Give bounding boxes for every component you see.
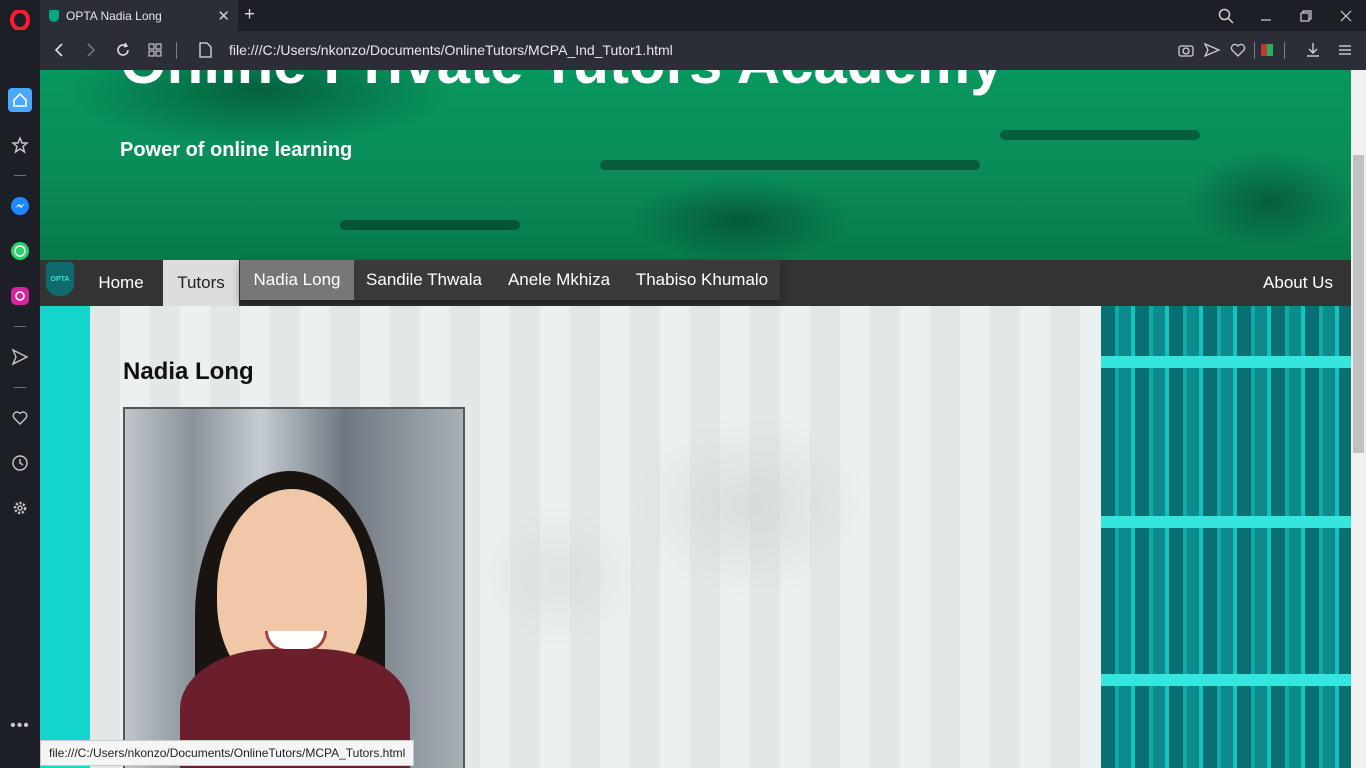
tutor-name-heading: Nadia Long <box>123 358 254 385</box>
link-status-bar: file:///C:/Users/nkonzo/Documents/Online… <box>40 740 415 766</box>
history-icon[interactable] <box>8 451 32 475</box>
browser-sidebar: ••• <box>0 0 40 768</box>
extension-cube-icon[interactable] <box>1258 41 1276 59</box>
heart-icon[interactable] <box>8 406 32 430</box>
site-navbar: OPTA Home Tutors Nadia Long Sandile Thwa… <box>40 260 1351 306</box>
banner-decoration <box>1000 130 1200 140</box>
sidebar-separator <box>14 175 26 176</box>
tutor-photo <box>123 407 465 768</box>
shelf-plank <box>1101 516 1351 528</box>
site-title: Online Private Tutors Academy <box>120 70 1004 97</box>
restore-icon[interactable] <box>1296 6 1316 26</box>
tab-bar: OPTA Nadia Long ✕ + <box>40 0 1366 31</box>
star-icon[interactable] <box>8 133 32 157</box>
send-icon[interactable] <box>8 345 32 369</box>
web-page: Online Private Tutors Academy Power of o… <box>40 70 1351 768</box>
messenger-icon[interactable] <box>8 194 32 218</box>
opera-logo-icon[interactable] <box>8 8 32 32</box>
bookmark-heart-icon[interactable] <box>1229 41 1247 59</box>
tutors-dropdown: Nadia Long Sandile Thwala Anele Mkhiza T… <box>240 260 780 300</box>
dropdown-item-nadia-long[interactable]: Nadia Long <box>240 260 354 300</box>
snapshot-icon[interactable] <box>1177 41 1195 59</box>
hero-banner: Online Private Tutors Academy Power of o… <box>40 70 1351 260</box>
site-logo[interactable]: OPTA <box>46 262 74 296</box>
nav-about-us[interactable]: About Us <box>1250 260 1346 306</box>
instagram-icon[interactable] <box>8 284 32 308</box>
settings-icon[interactable] <box>8 496 32 520</box>
nav-tutors[interactable]: Tutors <box>163 260 239 306</box>
address-separator <box>176 42 177 59</box>
sidebar-separator <box>14 387 26 388</box>
shelf-plank <box>1101 356 1351 368</box>
tab-title: OPTA Nadia Long <box>66 8 162 23</box>
back-icon[interactable] <box>50 41 68 59</box>
new-tab-button[interactable]: + <box>244 4 255 26</box>
whatsapp-icon[interactable] <box>8 239 32 263</box>
search-tabs-icon[interactable] <box>1216 6 1236 26</box>
active-tab[interactable]: OPTA Nadia Long ✕ <box>40 0 238 31</box>
sidebar-separator <box>14 326 26 327</box>
tab-favicon-icon <box>49 9 59 22</box>
tutor-panel: Nadia Long <box>90 306 1101 768</box>
speed-dial-icon[interactable] <box>146 41 164 59</box>
bookshelf-background <box>1101 306 1351 768</box>
forward-icon[interactable] <box>82 41 100 59</box>
toolbar-separator <box>1254 42 1255 59</box>
share-icon[interactable] <box>1203 41 1221 59</box>
reload-icon[interactable] <box>114 41 132 59</box>
home-icon[interactable] <box>8 88 32 112</box>
shelf-plank <box>1101 674 1351 686</box>
tab-close-icon[interactable]: ✕ <box>217 7 230 25</box>
easy-setup-icon[interactable] <box>1336 41 1354 59</box>
toolbar-separator <box>1284 42 1285 59</box>
downloads-icon[interactable] <box>1304 41 1322 59</box>
minimize-icon[interactable] <box>1256 6 1276 26</box>
site-tagline: Power of online learning <box>120 139 353 161</box>
more-icon[interactable]: ••• <box>8 714 32 738</box>
dropdown-item-thabiso-khumalo[interactable]: Thabiso Khumalo <box>624 260 780 300</box>
close-window-icon[interactable] <box>1336 6 1356 26</box>
url-field[interactable]: file:///C:/Users/nkonzo/Documents/Online… <box>229 42 673 58</box>
dropdown-item-sandile-thwala[interactable]: Sandile Thwala <box>354 260 494 300</box>
dropdown-item-anele-mkhiza[interactable]: Anele Mkhiza <box>494 260 624 300</box>
scrollbar-thumb[interactable] <box>1353 155 1364 453</box>
banner-decoration <box>340 220 520 230</box>
file-icon <box>196 41 214 59</box>
address-bar: file:///C:/Users/nkonzo/Documents/Online… <box>40 31 1366 70</box>
banner-decoration <box>600 160 980 170</box>
nav-home[interactable]: Home <box>85 260 157 306</box>
